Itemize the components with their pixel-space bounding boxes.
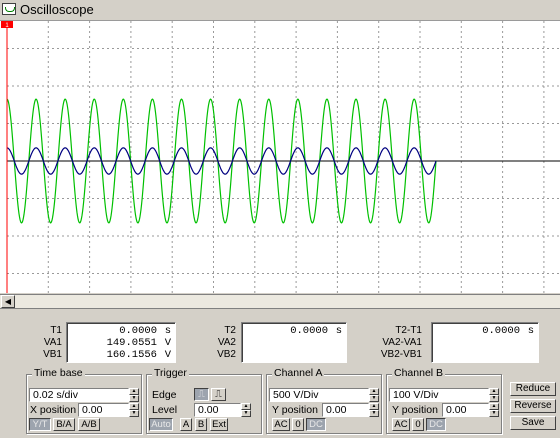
spin-up-icon[interactable]: ▲ — [129, 403, 139, 410]
channel-a-ypos-field[interactable]: 0.00 — [322, 403, 369, 417]
channel-b-ypos-field[interactable]: 0.00 — [442, 403, 489, 417]
va1-unit: V — [164, 337, 171, 349]
t2t1-unit: s — [527, 325, 534, 337]
trigger-level-field[interactable]: 0.00 — [194, 403, 241, 417]
rising-edge-button[interactable]: ⎍ — [194, 388, 209, 401]
vb2vb1-label: VB2-VB1 — [380, 349, 422, 360]
t2-unit: s — [335, 325, 342, 337]
timebase-group: Time base 0.02 s/div ▲ ▼ X position 0.00 … — [26, 367, 142, 434]
trigger-edge-label: Edge — [152, 389, 177, 401]
channel-b-group: Channel B 100 V/Div ▲ ▼ Y position 0.00 ▲… — [386, 367, 502, 434]
trigger-a-button[interactable]: A — [180, 418, 192, 431]
va2va1-label: VA2-VA1 — [382, 337, 422, 348]
reverse-button[interactable]: Reverse — [510, 399, 556, 413]
scope-display[interactable]: 1 — [0, 21, 560, 293]
spin-down-icon[interactable]: ▼ — [129, 395, 139, 402]
scroll-left-arrow[interactable]: ◀ — [1, 295, 15, 308]
vb1-value: 160.1556 — [106, 349, 157, 361]
falling-edge-button[interactable]: ⎍ — [211, 388, 226, 401]
t2-label: T2 — [224, 325, 236, 336]
t2-value: 0.0000 — [290, 325, 328, 337]
timebase-xpos-field[interactable]: 0.00 — [78, 403, 129, 417]
cursor1-readout: 0.0000 s 149.0551 V 160.1556 V — [66, 322, 176, 363]
t1-value: 0.0000 — [119, 325, 157, 337]
vb2-label: VB2 — [217, 349, 236, 360]
channel-a-ypos-spinner[interactable]: ▲ ▼ — [369, 403, 379, 417]
channel-b-zero-button[interactable]: 0 — [412, 418, 424, 431]
trigger-title: Trigger — [152, 367, 189, 379]
channel-a-ac-button[interactable]: AC — [272, 418, 290, 431]
channel-b-ypos-spinner[interactable]: ▲ ▼ — [489, 403, 499, 417]
channel-a-zero-button[interactable]: 0 — [292, 418, 304, 431]
trigger-ext-button[interactable]: Ext — [210, 418, 228, 431]
scope-graph: 1 — [1, 21, 560, 293]
oscilloscope-icon — [2, 3, 16, 15]
t1-label: T1 — [50, 325, 62, 336]
t1-unit: s — [164, 325, 171, 337]
rising-edge-icon: ⎍ — [198, 389, 205, 400]
timebase-scale-field[interactable]: 0.02 s/div — [29, 388, 129, 402]
spin-up-icon[interactable]: ▲ — [489, 403, 499, 410]
channel-a-dc-button[interactable]: DC — [306, 418, 326, 431]
spin-down-icon[interactable]: ▼ — [241, 410, 251, 417]
spin-down-icon[interactable]: ▼ — [489, 395, 499, 402]
spin-down-icon[interactable]: ▼ — [489, 410, 499, 417]
timebase-xpos-label: X position — [30, 404, 77, 416]
vb1-label: VB1 — [43, 349, 62, 360]
va1-value: 149.0551 — [106, 337, 157, 349]
spin-down-icon[interactable]: ▼ — [369, 410, 379, 417]
trigger-b-button[interactable]: B — [195, 418, 207, 431]
save-button[interactable]: Save — [510, 416, 556, 430]
channel-a-group: Channel A 500 V/Div ▲ ▼ Y position 0.00 ▲… — [266, 367, 382, 434]
ba-mode-button[interactable]: B/A — [53, 418, 75, 431]
channel-b-ac-button[interactable]: AC — [392, 418, 410, 431]
window-title: Oscilloscope — [20, 2, 94, 17]
spin-up-icon[interactable]: ▲ — [489, 388, 499, 395]
title-bar: Oscilloscope — [0, 0, 560, 21]
channel-a-title: Channel A — [272, 367, 325, 379]
t2t1-label: T2-T1 — [395, 325, 422, 336]
channel-b-title: Channel B — [392, 367, 446, 379]
cursor2-readout: 0.0000 s — [241, 322, 347, 363]
spin-up-icon[interactable]: ▲ — [241, 403, 251, 410]
channel-a-scale-field[interactable]: 500 V/Div — [269, 388, 369, 402]
channel-b-dc-button[interactable]: DC — [426, 418, 446, 431]
timebase-scale-spinner[interactable]: ▲ ▼ — [129, 388, 139, 402]
va1-label: VA1 — [43, 337, 62, 348]
spin-up-icon[interactable]: ▲ — [369, 388, 379, 395]
difference-readout: 0.0000 s — [431, 322, 539, 363]
vb1-unit: V — [164, 349, 171, 361]
channel-b-scale-spinner[interactable]: ▲ ▼ — [489, 388, 499, 402]
t2t1-value: 0.0000 — [482, 325, 520, 337]
trigger-level-spinner[interactable]: ▲ ▼ — [241, 403, 251, 417]
channel-b-ypos-label: Y position — [392, 404, 438, 416]
horizontal-scrollbar[interactable]: ◀ — [0, 294, 560, 309]
trigger-level-label: Level — [152, 404, 178, 416]
channel-a-scale-spinner[interactable]: ▲ ▼ — [369, 388, 379, 402]
spin-up-icon[interactable]: ▲ — [129, 388, 139, 395]
spin-down-icon[interactable]: ▼ — [129, 410, 139, 417]
timebase-title: Time base — [32, 367, 85, 379]
va2-label: VA2 — [217, 337, 236, 348]
trigger-group: Trigger Edge ⎍ ⎍ Level 0.00 ▲ ▼ Auto A B … — [146, 367, 262, 434]
timebase-xpos-spinner[interactable]: ▲ ▼ — [129, 403, 139, 417]
spin-up-icon[interactable]: ▲ — [369, 403, 379, 410]
channel-a-ypos-label: Y position — [272, 404, 318, 416]
trigger-auto-button[interactable]: Auto — [149, 418, 173, 431]
spin-down-icon[interactable]: ▼ — [369, 395, 379, 402]
yt-mode-button[interactable]: Y/T — [29, 418, 51, 431]
scope-grid — [6, 21, 560, 293]
ab-mode-button[interactable]: A/B — [78, 418, 100, 431]
falling-edge-icon: ⎍ — [215, 389, 222, 400]
reduce-button[interactable]: Reduce — [510, 382, 556, 396]
channel-b-scale-field[interactable]: 100 V/Div — [389, 388, 489, 402]
